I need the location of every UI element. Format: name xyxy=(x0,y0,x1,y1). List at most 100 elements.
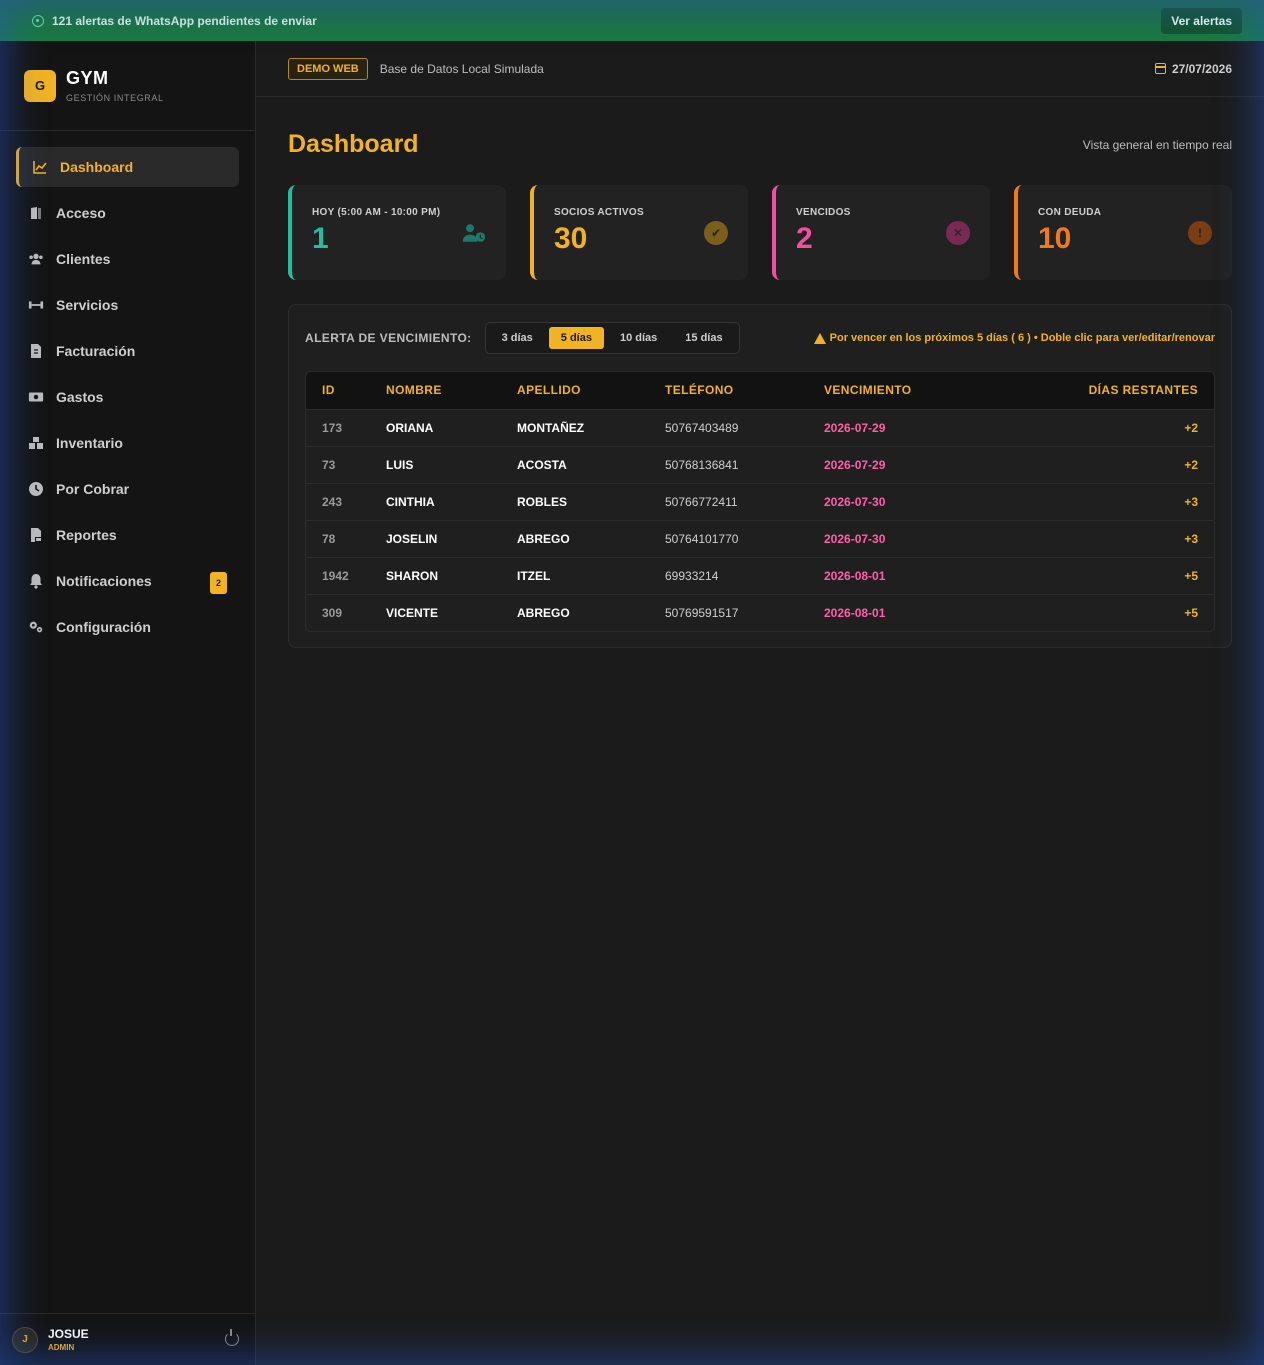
cell-id: 1942 xyxy=(306,556,386,594)
cell-id: 309 xyxy=(306,593,386,631)
expiry-option-5-days[interactable]: 5 días xyxy=(548,327,604,349)
sidebar-item-servicios[interactable]: Servicios xyxy=(16,285,239,325)
stat-card-value: 30 xyxy=(554,222,588,255)
brand: G GYM GESTIÓN INTEGRAL xyxy=(0,41,255,131)
brand-title: GYM xyxy=(66,68,109,88)
clock-icon xyxy=(28,481,44,497)
sidebar-item-dashboard[interactable]: Dashboard xyxy=(16,147,239,187)
sidebar-item-reportes[interactable]: Reportes xyxy=(16,515,239,555)
sidebar: G GYM GESTIÓN INTEGRAL Dashboard Acceso … xyxy=(0,41,256,1365)
pdf-file-icon xyxy=(28,527,44,543)
exclamation-circle-icon: ! xyxy=(1188,221,1212,245)
cell-dias-restantes: +5 xyxy=(994,556,1214,594)
column-header-nombre[interactable]: NOMBRE xyxy=(386,372,517,409)
stat-card-label: VENCIDOS xyxy=(796,207,851,218)
gears-icon xyxy=(28,619,44,635)
sidebar-item-por-cobrar[interactable]: Por Cobrar xyxy=(16,469,239,509)
sidebar-item-gastos[interactable]: Gastos xyxy=(16,377,239,417)
expiry-alert-message: Por vencer en los próximos 5 días ( 6 ) … xyxy=(813,332,1215,344)
cell-apellido: ABREGO xyxy=(517,593,665,631)
cell-id: 73 xyxy=(306,445,386,483)
expiry-alert-panel: ALERTA DE VENCIMIENTO: 3 días 5 días 10 … xyxy=(288,304,1232,648)
cell-apellido: ABREGO xyxy=(517,519,665,557)
sidebar-item-configuracion[interactable]: Configuración xyxy=(16,607,239,647)
sidebar-item-label: Reportes xyxy=(56,527,117,543)
expiry-alert-text: Por vencer en los próximos 5 días ( 6 ) … xyxy=(829,332,1215,344)
stat-card-active-members: SOCIOS ACTIVOS 30 ✔ xyxy=(530,185,748,280)
stat-card-value: 10 xyxy=(1038,222,1072,255)
cell-vencimiento: 2026-07-30 xyxy=(824,519,994,557)
stat-cards: HOY (5:00 AM - 10:00 PM) 1 SOCIOS ACTIVO… xyxy=(288,185,1232,280)
sidebar-item-notificaciones[interactable]: Notificaciones 2 xyxy=(16,561,239,601)
column-header-id[interactable]: ID xyxy=(306,372,386,409)
stat-card-with-debt: CON DEUDA 10 ! xyxy=(1014,185,1232,280)
table-row[interactable]: 243 CINTHIA ROBLES 50766772411 2026-07-3… xyxy=(306,482,1214,520)
cell-dias-restantes: +2 xyxy=(994,445,1214,483)
stat-card-expired: VENCIDOS 2 ✕ xyxy=(772,185,990,280)
cell-vencimiento: 2026-08-01 xyxy=(824,593,994,631)
table-header-row: ID NOMBRE APELLIDO TELÉFONO VENCIMIENTO … xyxy=(306,372,1214,409)
cell-apellido: ROBLES xyxy=(517,482,665,520)
sidebar-item-label: Por Cobrar xyxy=(56,481,130,497)
cell-apellido: MONTAÑEZ xyxy=(517,408,665,446)
table-row[interactable]: 309 VICENTE ABREGO 50769591517 2026-08-0… xyxy=(306,593,1214,631)
cell-vencimiento: 2026-07-29 xyxy=(824,408,994,446)
sidebar-item-facturacion[interactable]: Facturación xyxy=(16,331,239,371)
table-row[interactable]: 73 LUIS ACOSTA 50768136841 2026-07-29 +2 xyxy=(306,445,1214,483)
table-row[interactable]: 173 ORIANA MONTAÑEZ 50767403489 2026-07-… xyxy=(306,408,1214,446)
stat-card-today: HOY (5:00 AM - 10:00 PM) 1 xyxy=(288,185,506,280)
stat-card-label: HOY (5:00 AM - 10:00 PM) xyxy=(312,207,441,218)
column-header-vencimiento[interactable]: VENCIMIENTO xyxy=(824,372,994,409)
brand-subtitle: GESTIÓN INTEGRAL xyxy=(66,93,164,103)
view-alerts-button[interactable]: Ver alertas xyxy=(1161,7,1242,34)
whatsapp-alert-message: 121 alertas de WhatsApp pendientes de en… xyxy=(32,14,317,28)
brand-logo: G xyxy=(24,69,56,102)
column-header-telefono[interactable]: TELÉFONO xyxy=(665,372,824,409)
cell-id: 78 xyxy=(306,519,386,557)
table-row[interactable]: 1942 SHARON ITZEL 69933214 2026-08-01 +5 xyxy=(306,556,1214,594)
cell-vencimiento: 2026-07-30 xyxy=(824,482,994,520)
expiry-option-3-days[interactable]: 3 días xyxy=(490,327,545,349)
page-subtitle: Vista general en tiempo real xyxy=(1082,138,1232,152)
database-label: Base de Datos Local Simulada xyxy=(379,61,544,76)
cell-telefono: 50767403489 xyxy=(665,408,824,446)
users-icon xyxy=(28,251,44,267)
cell-dias-restantes: +2 xyxy=(994,408,1214,446)
user-profile: J JOSUE ADMIN xyxy=(0,1313,255,1365)
sidebar-item-label: Acceso xyxy=(56,205,106,221)
invoice-icon xyxy=(28,343,44,359)
cell-telefono: 50768136841 xyxy=(665,445,824,483)
cell-dias-restantes: +3 xyxy=(994,519,1214,557)
cell-telefono: 50766772411 xyxy=(665,482,824,520)
stat-card-label: CON DEUDA xyxy=(1038,207,1102,218)
cell-telefono: 69933214 xyxy=(665,556,824,594)
cell-nombre: SHARON xyxy=(386,556,517,594)
user-role: ADMIN xyxy=(48,1343,75,1352)
power-icon[interactable] xyxy=(225,1329,239,1346)
cell-nombre: ORIANA xyxy=(386,408,517,446)
whatsapp-alert-banner: 121 alertas de WhatsApp pendientes de en… xyxy=(0,0,1264,41)
expiry-option-15-days[interactable]: 15 días xyxy=(673,327,734,349)
stat-card-value: 1 xyxy=(312,222,329,255)
cell-apellido: ACOSTA xyxy=(517,445,665,483)
expiry-option-10-days[interactable]: 10 días xyxy=(608,327,669,349)
column-header-dias-restantes[interactable]: DÍAS RESTANTES xyxy=(994,372,1214,409)
chart-line-icon xyxy=(32,159,48,175)
table-row[interactable]: 78 JOSELIN ABREGO 50764101770 2026-07-30… xyxy=(306,519,1214,557)
sidebar-item-label: Notificaciones xyxy=(56,573,152,589)
sidebar-item-label: Facturación xyxy=(56,343,136,359)
demo-tag: DEMO WEB xyxy=(288,57,368,80)
column-header-apellido[interactable]: APELLIDO xyxy=(517,372,665,409)
expiry-filter-row: ALERTA DE VENCIMIENTO: 3 días 5 días 10 … xyxy=(305,321,1215,355)
cell-telefono: 50769591517 xyxy=(665,593,824,631)
expiry-days-selector: 3 días 5 días 10 días 15 días xyxy=(484,322,740,354)
sidebar-item-inventario[interactable]: Inventario xyxy=(16,423,239,463)
cell-nombre: VICENTE xyxy=(386,593,517,631)
cell-nombre: LUIS xyxy=(386,445,517,483)
cell-apellido: ITZEL xyxy=(517,556,665,594)
sidebar-item-acceso[interactable]: Acceso xyxy=(16,193,239,233)
sidebar-item-clientes[interactable]: Clientes xyxy=(16,239,239,279)
sidebar-item-label: Configuración xyxy=(56,619,151,635)
current-date-text: 27/07/2026 xyxy=(1171,61,1232,76)
avatar[interactable]: J xyxy=(12,1326,38,1353)
